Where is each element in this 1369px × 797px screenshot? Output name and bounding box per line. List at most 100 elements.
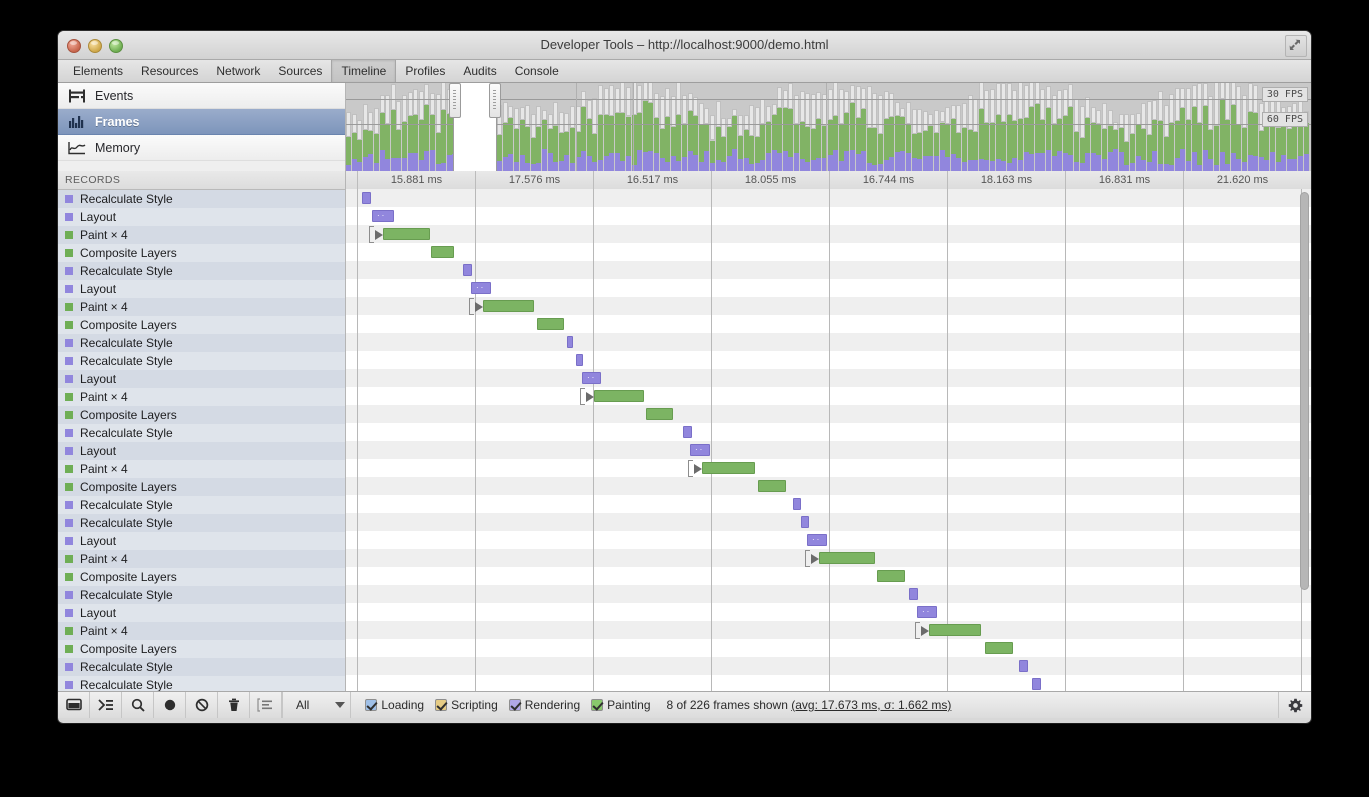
- category-filters[interactable]: Loading Scripting Rendering Painting: [365, 698, 651, 712]
- checkbox-box[interactable]: [591, 699, 604, 711]
- devtools-tabbar[interactable]: Elements Resources Network Sources Timel…: [58, 60, 1311, 83]
- clear-ban-icon[interactable]: [186, 692, 218, 718]
- record-row[interactable]: Layout: [58, 280, 345, 298]
- tab-network[interactable]: Network: [207, 60, 269, 82]
- timeline-bar[interactable]: [702, 462, 755, 474]
- record-row[interactable]: Layout: [58, 208, 345, 226]
- timeline-bar[interactable]: ··: [807, 534, 827, 546]
- record-row[interactable]: Composite Layers: [58, 406, 345, 424]
- record-row[interactable]: Composite Layers: [58, 244, 345, 262]
- triangle-icon[interactable]: [586, 392, 594, 402]
- tab-console[interactable]: Console: [506, 60, 568, 82]
- filter-icon[interactable]: [250, 692, 282, 718]
- checkbox-box[interactable]: [508, 699, 521, 711]
- search-icon[interactable]: [122, 692, 154, 718]
- record-row[interactable]: Recalculate Style: [58, 190, 345, 208]
- record-row[interactable]: Recalculate Style: [58, 262, 345, 280]
- record-row[interactable]: Recalculate Style: [58, 334, 345, 352]
- record-row[interactable]: Recalculate Style: [58, 352, 345, 370]
- record-row[interactable]: Paint × 4: [58, 622, 345, 640]
- sidebar-item-memory[interactable]: Memory: [58, 135, 345, 161]
- record-row[interactable]: Composite Layers: [58, 316, 345, 334]
- tab-resources[interactable]: Resources: [132, 60, 207, 82]
- record-row[interactable]: Recalculate Style: [58, 424, 345, 442]
- overview-handle-right[interactable]: [489, 83, 501, 118]
- record-row[interactable]: Recalculate Style: [58, 514, 345, 532]
- triangle-icon[interactable]: [475, 302, 483, 312]
- checkbox-box[interactable]: [435, 699, 448, 711]
- record-row[interactable]: Composite Layers: [58, 478, 345, 496]
- record-row[interactable]: Recalculate Style: [58, 496, 345, 514]
- expand-record-triangle-icon[interactable]: [805, 550, 819, 567]
- timeline-bar[interactable]: ··: [690, 444, 710, 456]
- tab-timeline[interactable]: Timeline: [331, 60, 397, 82]
- record-row[interactable]: Composite Layers: [58, 640, 345, 658]
- triangle-icon[interactable]: [694, 464, 702, 474]
- tab-profiles[interactable]: Profiles: [396, 60, 454, 82]
- timeline-bar[interactable]: ··: [471, 282, 491, 294]
- gear-icon[interactable]: [1278, 692, 1311, 718]
- timeline-bar[interactable]: [594, 390, 644, 402]
- record-row[interactable]: Recalculate Style: [58, 676, 345, 691]
- checkbox-scripting[interactable]: Scripting: [435, 698, 498, 712]
- timeline-bar[interactable]: [646, 408, 673, 420]
- timeline-bar[interactable]: [383, 228, 430, 240]
- timeline-bar[interactable]: [431, 246, 454, 258]
- triangle-icon[interactable]: [921, 626, 929, 636]
- overview-selection-window[interactable]: [449, 83, 501, 171]
- timeline-bar[interactable]: [576, 354, 583, 366]
- overview-handle-left[interactable]: [449, 83, 461, 118]
- record-row[interactable]: Paint × 4: [58, 460, 345, 478]
- timeline-bar[interactable]: [537, 318, 564, 330]
- expand-record-triangle-icon[interactable]: [915, 622, 929, 639]
- tab-audits[interactable]: Audits: [454, 60, 505, 82]
- timeline-bar[interactable]: [1019, 660, 1028, 672]
- checkbox-painting[interactable]: Painting: [591, 698, 651, 712]
- expand-record-triangle-icon[interactable]: [688, 460, 702, 477]
- record-row[interactable]: Recalculate Style: [58, 658, 345, 676]
- record-row[interactable]: Paint × 4: [58, 388, 345, 406]
- timeline-bar[interactable]: ··: [917, 606, 937, 618]
- timeline-bar[interactable]: [909, 588, 918, 600]
- timeline-bar[interactable]: [483, 300, 534, 312]
- timeline-bar[interactable]: ··: [582, 372, 601, 384]
- timeline-rows[interactable]: ·· ·· ·· ·· ·· ··: [346, 189, 1311, 691]
- expand-record-triangle-icon[interactable]: [469, 298, 483, 315]
- console-drawer-icon[interactable]: [90, 692, 122, 718]
- record-icon[interactable]: [154, 692, 186, 718]
- timeline-bar[interactable]: [877, 570, 905, 582]
- sidebar-item-frames[interactable]: Frames: [58, 109, 345, 135]
- timeline-bar[interactable]: [819, 552, 875, 564]
- record-row[interactable]: Layout: [58, 442, 345, 460]
- records-list[interactable]: Recalculate Style Layout Paint × 4 Composit…: [58, 190, 345, 691]
- expand-record-triangle-icon[interactable]: [580, 388, 594, 405]
- timeline-bar[interactable]: [1032, 678, 1041, 690]
- timeline-graph-panel[interactable]: 15.881 ms 17.576 ms 16.517 ms 18.055 ms 16.7…: [346, 171, 1311, 691]
- record-row[interactable]: Layout: [58, 604, 345, 622]
- tab-elements[interactable]: Elements: [64, 60, 132, 82]
- timeline-vertical-scrollbar[interactable]: [1300, 192, 1309, 674]
- resize-fullscreen-icon[interactable]: [1285, 35, 1307, 57]
- checkbox-box[interactable]: [365, 699, 378, 711]
- record-row[interactable]: Composite Layers: [58, 568, 345, 586]
- record-row[interactable]: Paint × 4: [58, 226, 345, 244]
- scrollbar-thumb[interactable]: [1300, 192, 1309, 590]
- frames-overview-graph[interactable]: 30 FPS 60 FPS: [346, 83, 1311, 171]
- checkbox-rendering[interactable]: Rendering: [508, 698, 580, 712]
- sidebar-item-events[interactable]: Events: [58, 83, 345, 109]
- triangle-icon[interactable]: [811, 554, 819, 564]
- triangle-icon[interactable]: [375, 230, 383, 240]
- filter-dropdown[interactable]: All: [291, 696, 350, 714]
- timeline-bar[interactable]: [801, 516, 809, 528]
- timeline-bar[interactable]: ··: [372, 210, 394, 222]
- tab-sources[interactable]: Sources: [269, 60, 331, 82]
- trash-icon[interactable]: [218, 692, 250, 718]
- timeline-bar[interactable]: [985, 642, 1013, 654]
- record-row[interactable]: Paint × 4: [58, 550, 345, 568]
- frames-status-detail[interactable]: (avg: 17.673 ms, σ: 1.662 ms): [791, 698, 951, 712]
- timeline-bar[interactable]: [793, 498, 801, 510]
- record-row[interactable]: Paint × 4: [58, 298, 345, 316]
- record-row[interactable]: Recalculate Style: [58, 586, 345, 604]
- timeline-bar[interactable]: [758, 480, 786, 492]
- record-row[interactable]: Layout: [58, 532, 345, 550]
